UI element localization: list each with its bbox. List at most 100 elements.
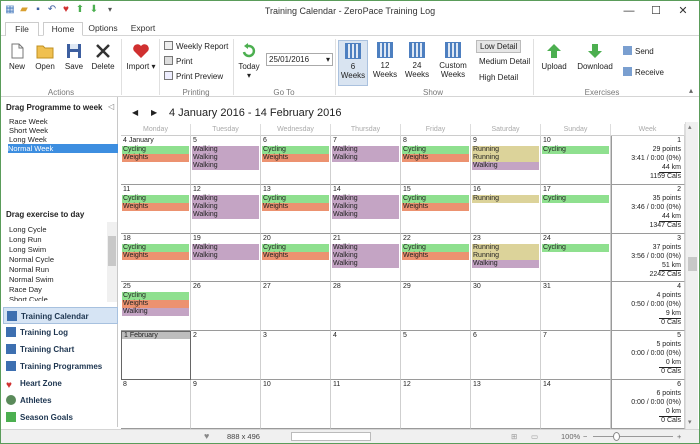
activity-entry[interactable]: Cycling — [542, 146, 609, 154]
activity-entry[interactable]: Walking — [332, 154, 399, 162]
activity-entry[interactable]: Walking — [332, 210, 399, 219]
activity-entry[interactable]: Cycling — [542, 194, 609, 203]
day-cell[interactable]: 15 Cycling Weights — [401, 184, 471, 234]
open-button[interactable]: Open — [32, 42, 58, 71]
close-button[interactable]: ✕ — [669, 3, 697, 19]
nav-athletes[interactable]: Athletes — [3, 392, 118, 409]
activity-entry[interactable]: Walking — [192, 162, 259, 170]
day-cell[interactable]: 11 — [331, 380, 401, 429]
collapse-panel-icon[interactable]: ◁ — [108, 102, 114, 111]
receive-button[interactable]: Receive — [623, 67, 664, 77]
activity-entry[interactable]: Walking — [472, 259, 539, 268]
day-cell[interactable]: 8 — [121, 380, 191, 429]
twentyfour-weeks-button[interactable]: 24 Weeks — [402, 40, 432, 86]
day-cell[interactable]: 7 Walking Walking — [331, 136, 401, 185]
day-cell[interactable]: 8 Cycling Weights — [401, 136, 471, 185]
activity-entry[interactable]: Cycling — [402, 146, 469, 154]
activity-entry[interactable]: Running — [472, 194, 539, 203]
nav-heart-zone[interactable]: ♥ Heart Zone — [3, 375, 118, 392]
activity-entry[interactable]: Walking — [332, 243, 399, 252]
day-cell[interactable]: 19 Walking Walking — [191, 233, 261, 283]
exercise-item[interactable]: Race Day — [9, 285, 42, 294]
tab-options[interactable]: Options — [85, 22, 121, 36]
activity-entry[interactable]: Weights — [402, 154, 469, 162]
day-cell[interactable]: 29 — [401, 282, 471, 332]
save-button[interactable]: Save — [62, 42, 86, 71]
calendar-scrollbar[interactable]: ▴ ▾ — [685, 122, 698, 429]
day-cell[interactable]: 11 Cycling Weights — [121, 184, 191, 234]
exercise-item[interactable]: Short Cycle — [9, 295, 48, 301]
activity-entry[interactable]: Cycling — [122, 243, 189, 252]
activity-entry[interactable]: Weights — [122, 300, 189, 309]
activity-entry[interactable]: Weights — [402, 202, 469, 211]
activity-entry[interactable]: Walking — [192, 194, 259, 203]
day-cell[interactable]: 14 — [541, 380, 611, 429]
import-button[interactable]: Import ▾ — [125, 42, 157, 71]
activity-entry[interactable]: Cycling — [402, 243, 469, 252]
day-cell[interactable]: 21 Walking Walking Walking — [331, 233, 401, 283]
scroll-thumb[interactable] — [108, 236, 116, 266]
zoom-slider[interactable] — [593, 436, 673, 437]
activity-entry[interactable]: Running — [472, 251, 539, 260]
nav-season-goals[interactable]: Season Goals — [3, 409, 118, 426]
activity-entry[interactable]: Walking — [472, 162, 539, 170]
activity-entry[interactable]: Weights — [122, 154, 189, 162]
activity-entry[interactable]: Running — [472, 146, 539, 154]
maximize-button[interactable]: ☐ — [642, 3, 670, 19]
scroll-thumb[interactable] — [688, 257, 697, 271]
tab-file[interactable]: File — [5, 22, 39, 36]
day-cell[interactable]: 16 Running — [471, 184, 541, 234]
day-cell[interactable]: 4 — [331, 331, 401, 380]
day-cell[interactable]: 31 — [541, 282, 611, 332]
activity-entry[interactable]: Cycling — [122, 146, 189, 154]
activity-entry[interactable]: Walking — [332, 146, 399, 154]
collapse-ribbon-icon[interactable]: ▴ — [689, 86, 693, 95]
day-cell[interactable]: 24 Cycling — [541, 233, 611, 283]
activity-entry[interactable]: Cycling — [122, 292, 189, 301]
activity-entry[interactable]: Weights — [122, 251, 189, 260]
day-cell[interactable]: 12 Walking Walking Walking — [191, 184, 261, 234]
print-button[interactable]: Print — [164, 56, 192, 66]
day-cell[interactable]: 1 February — [121, 331, 191, 380]
exercise-item[interactable]: Normal Cycle — [9, 255, 54, 264]
prev-arrow-icon[interactable]: ◀ — [132, 108, 138, 117]
day-cell[interactable]: 28 — [331, 282, 401, 332]
day-cell[interactable]: 27 — [261, 282, 331, 332]
activity-entry[interactable]: Walking — [192, 243, 259, 252]
activity-entry[interactable]: Cycling — [262, 243, 329, 252]
day-cell[interactable]: 12 — [401, 380, 471, 429]
day-cell[interactable]: 20 Cycling Weights — [261, 233, 331, 283]
activity-entry[interactable]: Walking — [332, 202, 399, 211]
activity-entry[interactable]: Cycling — [122, 194, 189, 203]
send-button[interactable]: Send — [623, 46, 654, 56]
activity-entry[interactable]: Walking — [332, 194, 399, 203]
zoom-in-icon[interactable]: + — [677, 432, 681, 441]
day-cell[interactable]: 17 Cycling — [541, 184, 611, 234]
activity-entry[interactable]: Weights — [262, 202, 329, 211]
activity-entry[interactable]: Weights — [402, 251, 469, 260]
activity-entry[interactable]: Walking — [192, 210, 259, 219]
zoom-out-icon[interactable]: − — [583, 432, 587, 441]
activity-entry[interactable]: Weights — [262, 251, 329, 260]
low-detail-button[interactable]: Low Detail — [476, 40, 522, 53]
day-cell[interactable]: 13 — [471, 380, 541, 429]
exercise-item[interactable]: Long Run — [9, 235, 42, 244]
twelve-weeks-button[interactable]: 12 Weeks — [370, 40, 400, 86]
fit-icon[interactable]: ⊞ — [511, 432, 517, 441]
nav-training-calendar[interactable]: Training Calendar — [3, 307, 118, 324]
activity-entry[interactable]: Cycling — [402, 194, 469, 203]
next-arrow-icon[interactable]: ▶ — [151, 108, 157, 117]
day-cell[interactable]: 9 — [191, 380, 261, 429]
activity-entry[interactable]: Weights — [262, 154, 329, 162]
upload-button[interactable]: Upload — [539, 42, 569, 71]
layout-icon[interactable]: ▭ — [531, 432, 538, 441]
activity-entry[interactable]: Walking — [192, 251, 259, 260]
nav-training-log[interactable]: Training Log — [3, 324, 118, 341]
exercise-scrollbar[interactable] — [107, 222, 117, 302]
tab-export[interactable]: Export — [125, 22, 161, 36]
activity-entry[interactable]: Weights — [122, 202, 189, 211]
high-detail-button[interactable]: High Detail — [476, 72, 521, 83]
exercise-item[interactable]: Long Cycle — [9, 225, 47, 234]
day-cell[interactable]: 13 Cycling Weights — [261, 184, 331, 234]
programme-item-selected[interactable]: Normal Week — [8, 144, 118, 153]
